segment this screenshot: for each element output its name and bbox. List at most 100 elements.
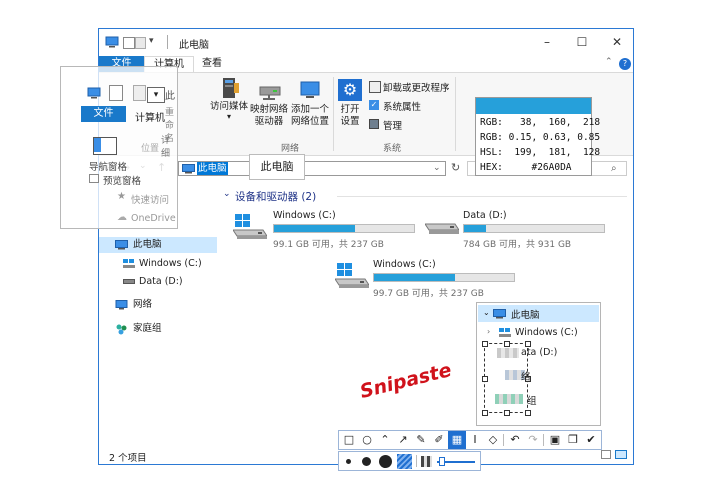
minimize-button[interactable]: – [536,33,558,51]
copy-icon[interactable]: ❐ [564,431,582,449]
homegroup-icon [115,324,128,335]
confirm-icon[interactable]: ✔ [582,431,600,449]
snapshot-preview-icon [89,174,99,183]
section-chevron-icon[interactable]: ⌄ [223,189,231,199]
drive-tile[interactable]: Windows (C:) 99.7 GB 可用，共 237 GB [335,259,525,299]
group-network-label: 网络 [280,144,299,154]
brush-options-toolbar [338,451,481,471]
sidebar-item-windows-c[interactable]: Windows (C:) [99,256,217,272]
snapshot-quick-access: 快速访问 [131,195,170,206]
system-properties-button[interactable]: ✓ 系统属性 [369,99,459,113]
tree-item-label: Windows (C:) [515,327,578,338]
windows-drive-icon [123,259,135,269]
drive-tile[interactable]: Windows (C:) 99.1 GB 可用，共 237 GB [233,210,423,250]
drive-free-space: 99.7 GB 可用，共 237 GB [373,289,484,299]
resize-handle[interactable] [482,410,488,416]
sidebar-item-label: 家庭组 [133,323,162,334]
refresh-icon[interactable]: ↻ [451,161,460,174]
details-view-icon[interactable] [601,450,611,459]
blur-mode-icon[interactable] [397,454,412,469]
uninstall-label: 卸载或更改程序 [383,83,450,94]
window-title: 此电脑 [179,40,209,51]
program-icon [369,81,381,93]
sidebar-item-homegroup[interactable]: 家庭组 [99,321,217,337]
drive-usage-bar [373,273,515,282]
arrow-tool-icon[interactable]: ↗ [394,431,412,449]
strength-slider-handle[interactable] [439,457,445,466]
snapshot-onedrive: OneDrive [131,213,176,224]
resize-handle[interactable] [504,341,510,347]
sidebar-item-label: Data (D:) [139,276,183,287]
pencil-tool-icon[interactable]: ✎ [412,431,430,449]
windows-drive-icon [499,328,511,338]
section-divider [337,196,627,197]
title-bar: ▾ 此电脑 – ☐ ✕ [99,29,633,56]
toolbar-divider [503,434,504,446]
add-network-location-button[interactable]: 添加一个 网络位置 [289,77,331,127]
ribbon-divider [455,77,456,151]
resize-handle[interactable] [525,410,531,416]
ellipse-tool-icon[interactable]: ○ [358,431,376,449]
text-tool-icon[interactable]: I [466,431,484,449]
color-row-rgb: RGB: 38, 160, 218 [480,117,600,128]
drive-name: Data (D:) [463,210,507,221]
resize-handle[interactable] [482,376,488,382]
color-row-value: #26A0DA [502,162,572,173]
computer-icon [105,36,119,48]
tree-item-label: 此电脑 [511,310,540,321]
sidebar-item-this-pc[interactable]: 此电脑 [99,237,217,253]
mosaic-block [495,394,523,404]
maximize-button[interactable]: ☐ [571,33,593,51]
sidebar-item-label: 此电脑 [133,239,162,250]
mosaic-strength-icon [421,456,432,467]
open-settings-button[interactable]: ⚙ 打开 设置 [337,77,365,127]
tiles-view-icon[interactable] [615,450,627,459]
save-icon[interactable]: ▣ [546,431,564,449]
ribbon-collapse-icon[interactable]: ⌃ [605,57,613,67]
manage-button[interactable]: 管理 [369,118,459,132]
sidebar-item-network[interactable]: 网络 [99,297,217,313]
undo-icon[interactable]: ↶ [506,431,524,449]
drive-usage-bar [273,224,415,233]
eraser-tool-icon[interactable]: ◇ [484,431,502,449]
marker-tool-icon[interactable]: ✐ [430,431,448,449]
pinned-snapshot[interactable]: ▾ 此 文件 计算机 重命名 详细 位置 导航窗格 预览窗格 ★ 快速访问 ☁ … [60,66,178,229]
help-icon[interactable]: ? [619,58,631,70]
network-location-icon [300,81,320,101]
quick-access-new-folder-icon[interactable] [135,37,146,49]
open-settings-label-1: 打开 [340,104,360,115]
color-row-label: HSL: [480,147,503,158]
drive-icon [123,279,135,284]
brush-size-medium-icon[interactable] [362,457,371,466]
resize-handle[interactable] [504,410,510,416]
polyline-tool-icon[interactable]: ⌃ [376,431,394,449]
uninstall-program-button[interactable]: 卸载或更改程序 [369,80,459,94]
redo-icon[interactable]: ↷ [524,431,542,449]
system-properties-label: 系统属性 [383,102,422,113]
mosaic-tool-icon[interactable]: ▦ [448,431,466,449]
address-dropdown-icon[interactable]: ⌄ [433,162,441,175]
tab-view[interactable]: 查看 [194,56,230,72]
snapshot-star-icon: ★ [117,191,126,202]
close-button[interactable]: ✕ [606,33,628,51]
rectangle-tool-icon[interactable]: □ [340,431,358,449]
gear-icon: ⚙ [338,79,362,101]
sidebar-item-data-d[interactable]: Data (D:) [99,274,217,290]
color-row-rgb-float: RGB: 0.15, 0.63, 0.85 [480,132,600,143]
snapshot-nav-pane: 导航窗格 [89,162,128,173]
color-row-value: 199, 181, 128 [502,147,601,158]
network-icon [115,300,128,310]
address-input[interactable]: 此电脑 ⌄ [178,161,446,176]
quick-access-properties-icon[interactable] [123,37,135,49]
drive-usage-fill [274,225,356,232]
address-tooltip: 此电脑 [249,154,305,180]
quick-access-dropdown-icon[interactable]: ▾ [149,36,154,46]
resize-handle[interactable] [482,341,488,347]
computer-icon [182,164,195,174]
brush-size-large-icon[interactable] [379,455,392,468]
drive-tile[interactable]: Data (D:) 784 GB 可用，共 931 GB [425,210,615,250]
snapshot-title: 此 [165,91,175,102]
brush-size-small-icon[interactable] [346,459,351,464]
tree-item-this-pc[interactable]: ⌄ 此电脑 [478,305,599,322]
pinned-tree-snapshot[interactable]: ⌄ 此电脑 › Windows (C:) ata (D:) 络 组 [476,302,601,426]
